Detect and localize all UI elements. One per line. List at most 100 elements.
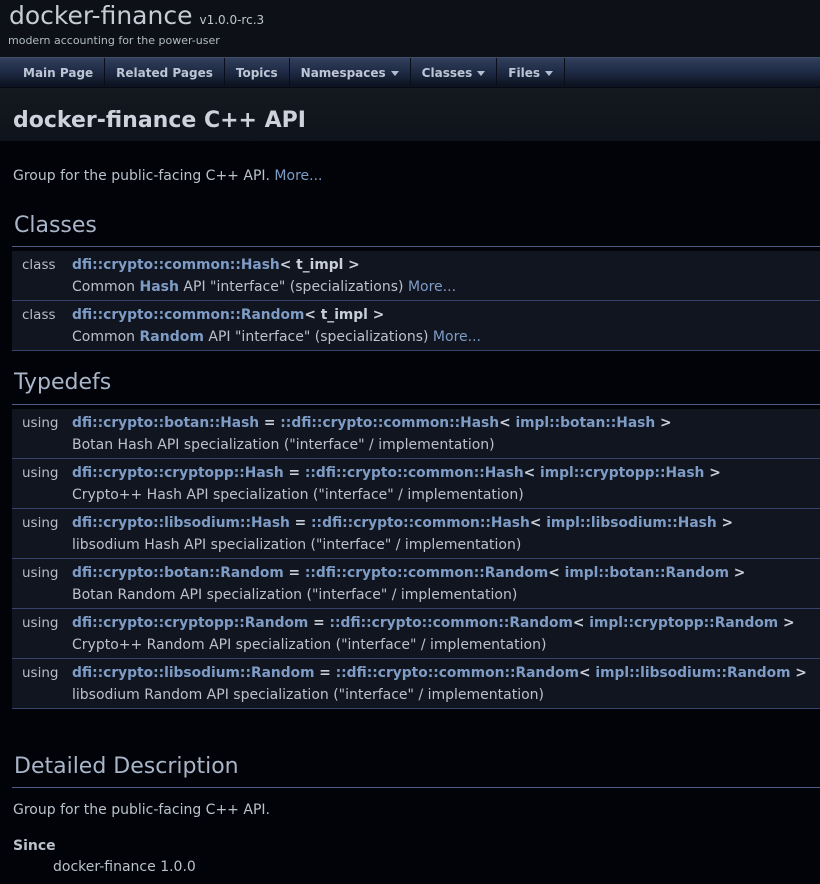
equals-sign: = — [284, 465, 305, 481]
typedef-link[interactable]: dfi::crypto::cryptopp::Random — [72, 615, 308, 631]
typedef-link[interactable]: dfi::crypto::cryptopp::Hash — [72, 465, 284, 481]
member-kind: using — [12, 512, 72, 534]
angle-open: < — [524, 465, 540, 481]
type-link[interactable]: ::dfi::crypto::common::Random — [305, 565, 548, 581]
member-description: Common Random API "interface" (specializ… — [72, 326, 820, 348]
tab-label: Files — [508, 66, 540, 80]
angle-open: < — [573, 615, 589, 631]
since-block: Since docker-finance 1.0.0 — [13, 838, 820, 875]
impl-link[interactable]: impl::cryptopp::Random — [589, 615, 778, 631]
project-brief: modern accounting for the power-user — [8, 34, 820, 47]
chevron-down-icon — [545, 71, 553, 76]
angle-close: > — [655, 415, 671, 431]
since-value: docker-finance 1.0.0 — [53, 859, 820, 875]
equals-sign: = — [314, 665, 335, 681]
equals-sign: = — [308, 615, 329, 631]
chevron-down-icon — [391, 71, 399, 76]
tab-related-pages[interactable]: Related Pages — [105, 58, 225, 87]
equals-sign: = — [284, 565, 305, 581]
angle-open: < — [548, 565, 564, 581]
tab-classes[interactable]: Classes — [411, 58, 498, 87]
angle-close: > — [778, 615, 794, 631]
angle-close: > — [790, 665, 806, 681]
type-link[interactable]: ::dfi::crypto::common::Hash — [311, 515, 530, 531]
classes-heading: Classes — [12, 213, 820, 247]
type-link[interactable]: ::dfi::crypto::common::Hash — [305, 465, 524, 481]
member-description: Crypto++ Hash API specialization ("inter… — [72, 484, 820, 506]
member-kind: using — [12, 562, 72, 584]
type-link[interactable]: ::dfi::crypto::common::Random — [336, 665, 579, 681]
tab-label: Classes — [422, 66, 473, 80]
typedef-row: using dfi::crypto::cryptopp::Hash = ::df… — [12, 459, 820, 509]
class-link[interactable]: dfi::crypto::common::Random — [72, 307, 304, 323]
intro-text-span: Group for the public-facing C++ API. — [13, 168, 274, 184]
impl-link[interactable]: impl::cryptopp::Hash — [540, 465, 704, 481]
member-kind: class — [12, 304, 72, 326]
desc-prefix: Common — [72, 279, 140, 295]
member-description: libsodium Random API specialization ("in… — [72, 684, 820, 706]
member-kind: using — [12, 462, 72, 484]
equals-sign: = — [290, 515, 311, 531]
typedef-link[interactable]: dfi::crypto::botan::Hash — [72, 415, 259, 431]
class-link[interactable]: Random — [140, 329, 204, 345]
since-label: Since — [13, 838, 820, 854]
impl-link[interactable]: impl::botan::Hash — [515, 415, 655, 431]
typedef-link[interactable]: dfi::crypto::libsodium::Hash — [72, 515, 290, 531]
project-version: v1.0.0-rc.3 — [199, 13, 264, 27]
angle-open: < — [530, 515, 546, 531]
tab-label: Related Pages — [116, 66, 213, 80]
tab-label: Main Page — [23, 66, 93, 80]
impl-link[interactable]: impl::botan::Random — [565, 565, 729, 581]
more-link[interactable]: More... — [274, 168, 322, 184]
chevron-down-icon — [477, 71, 485, 76]
member-kind: using — [12, 612, 72, 634]
more-link[interactable]: More... — [408, 279, 456, 295]
member-kind: using — [12, 662, 72, 684]
intro-text: Group for the public-facing C++ API. Mor… — [13, 168, 820, 184]
type-link[interactable]: ::dfi::crypto::common::Hash — [280, 415, 499, 431]
type-link[interactable]: ::dfi::crypto::common::Random — [329, 615, 572, 631]
typedef-row: using dfi::crypto::libsodium::Random = :… — [12, 659, 820, 709]
typedef-row: using dfi::crypto::botan::Hash = ::dfi::… — [12, 409, 820, 459]
class-row: class dfi::crypto::common::Random< t_imp… — [12, 301, 820, 351]
typedef-link[interactable]: dfi::crypto::libsodium::Random — [72, 665, 314, 681]
member-kind: class — [12, 254, 72, 276]
impl-link[interactable]: impl::libsodium::Random — [595, 665, 790, 681]
tab-main-page[interactable]: Main Page — [12, 58, 105, 87]
equals-sign: = — [259, 415, 280, 431]
more-link[interactable]: More... — [433, 329, 481, 345]
typedef-link[interactable]: dfi::crypto::botan::Random — [72, 565, 284, 581]
angle-open: < — [579, 665, 595, 681]
template-args: < t_impl > — [280, 257, 360, 273]
page-title: docker-finance C++ API — [13, 108, 820, 133]
class-link[interactable]: dfi::crypto::common::Hash — [72, 257, 280, 273]
typedefs-table: using dfi::crypto::botan::Hash = ::dfi::… — [12, 409, 820, 709]
angle-close: > — [717, 515, 733, 531]
tab-label: Namespaces — [301, 66, 386, 80]
detailed-description-text: Group for the public-facing C++ API. — [13, 802, 820, 818]
tab-namespaces[interactable]: Namespaces — [290, 58, 411, 87]
tab-files[interactable]: Files — [497, 58, 565, 87]
tab-topics[interactable]: Topics — [225, 58, 290, 87]
project-name: docker-finance — [9, 1, 192, 30]
impl-link[interactable]: impl::libsodium::Hash — [546, 515, 717, 531]
desc-prefix: Common — [72, 329, 140, 345]
typedefs-heading: Typedefs — [12, 370, 820, 404]
member-kind: using — [12, 412, 72, 434]
member-description: Crypto++ Random API specialization ("int… — [72, 634, 820, 656]
navbar: Main Page Related Pages Topics Namespace… — [0, 57, 820, 87]
typedef-row: using dfi::crypto::cryptopp::Random = ::… — [12, 609, 820, 659]
title-area: docker-finance v1.0.0-rc.3 modern account… — [0, 0, 820, 57]
member-description: Common Hash API "interface" (specializat… — [72, 276, 820, 298]
contents: Group for the public-facing C++ API. Mor… — [12, 168, 820, 875]
angle-close: > — [729, 565, 745, 581]
class-link[interactable]: Hash — [140, 279, 179, 295]
template-args: < t_impl > — [304, 307, 384, 323]
class-row: class dfi::crypto::common::Hash< t_impl … — [12, 251, 820, 301]
page-header: docker-finance C++ API — [0, 87, 820, 141]
typedef-row: using dfi::crypto::botan::Random = ::dfi… — [12, 559, 820, 609]
desc-suffix: API "interface" (specializations) — [204, 329, 433, 345]
typedef-row: using dfi::crypto::libsodium::Hash = ::d… — [12, 509, 820, 559]
member-description: Botan Hash API specialization ("interfac… — [72, 434, 820, 456]
desc-suffix: API "interface" (specializations) — [179, 279, 408, 295]
